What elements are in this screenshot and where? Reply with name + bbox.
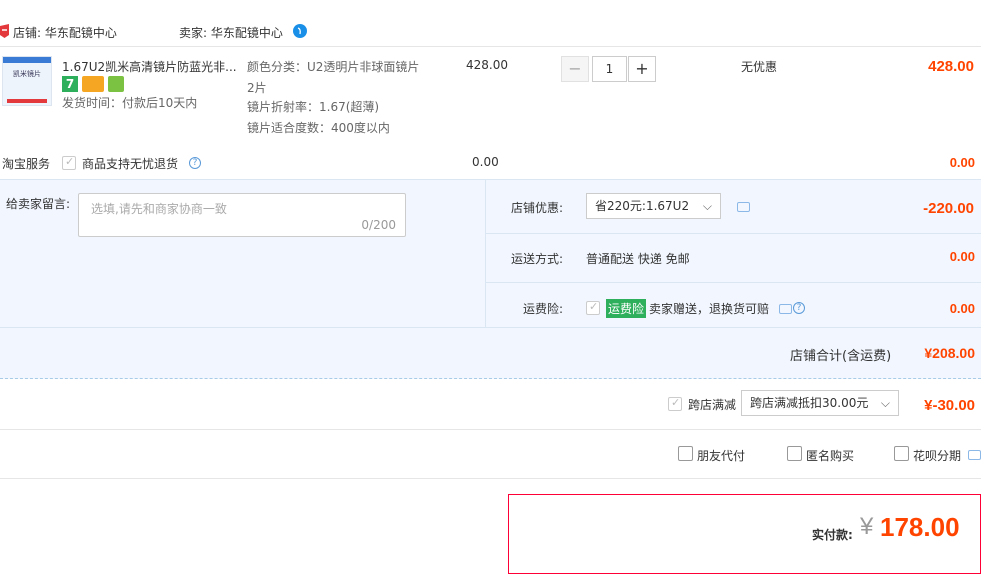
shipping-amount: 0.00 — [949, 249, 975, 264]
insurance-amount: 0.00 — [949, 301, 975, 316]
shop-discount-amount: -220.00 — [923, 200, 974, 217]
item-discount: 无优惠 — [741, 60, 778, 74]
quantity-value: 1 — [605, 62, 614, 76]
panel-vertical-divider — [485, 180, 486, 327]
cross-store-checkbox[interactable] — [668, 396, 682, 411]
service-icons: 7 — [62, 76, 132, 92]
seller-name[interactable]: 卖家: 华东配镜中心 — [179, 24, 283, 41]
wangwang-chat-icon[interactable] — [292, 23, 308, 39]
friend-pay-label: 朋友代付 — [697, 449, 746, 463]
sku-degree: 镜片适合度数：400度以内 — [247, 121, 390, 135]
ship-time: 发货时间：付款后10天内 — [62, 96, 198, 110]
message-char-count: 0/200 — [361, 218, 396, 232]
payment-currency: ¥ — [860, 513, 874, 540]
message-label: 给卖家留言: — [6, 197, 71, 211]
shipping-label: 运送方式: — [511, 252, 564, 266]
insurance-help-icon[interactable]: ? — [793, 302, 805, 314]
service-price: 0.00 — [472, 155, 499, 169]
insurance-badge: 运费险 — [606, 299, 647, 318]
panel-top-divider — [0, 179, 981, 180]
huabei-chat-icon[interactable] — [968, 450, 981, 460]
panel-row-divider-2 — [486, 282, 981, 283]
shop-discount-label: 店铺优惠: — [511, 201, 564, 215]
insurance-desc: 卖家赠送，退换货可赔 — [649, 302, 770, 316]
chevron-down-icon: ⌵ — [880, 396, 890, 410]
unit-price: 428.00 — [466, 58, 508, 72]
sku-color-line1: 颜色分类：U2透明片非球面镜片 — [247, 60, 420, 74]
service-label: 淘宝服务 — [2, 157, 51, 171]
insurance-label: 运费险: — [523, 302, 564, 316]
item-thumbnail[interactable]: 凯米镜片 — [2, 56, 52, 106]
item-title[interactable]: 1.67U2凯米高清镜片防蓝光非... — [62, 58, 237, 75]
quantity-input[interactable]: 1 — [592, 56, 627, 82]
chevron-down-icon: ⌵ — [702, 199, 712, 213]
service-total: 0.00 — [949, 155, 975, 170]
quantity-decrease-button[interactable]: − — [561, 56, 589, 82]
cross-store-divider — [0, 429, 981, 430]
panel-row-divider-3 — [0, 327, 981, 328]
credit-card-icon — [82, 76, 104, 92]
item-top-divider — [0, 46, 981, 47]
cross-store-amount: ¥-30.00 — [924, 397, 975, 414]
chat-icon[interactable] — [737, 202, 750, 212]
shipping-value: 普通配送 快递 免邮 — [586, 252, 690, 266]
anonymous-checkbox[interactable] — [787, 446, 802, 461]
quantity-increase-button[interactable]: + — [628, 56, 656, 82]
shop-total-amount: ¥208.00 — [924, 345, 975, 361]
payment-label: 实付款: — [812, 528, 853, 542]
cross-store-label: 跨店满减 — [688, 398, 737, 412]
cross-store-value: 跨店满减抵扣30.00元 — [750, 396, 869, 410]
help-icon[interactable]: ? — [189, 157, 201, 169]
no-worry-return-label: 商品支持无忧退货 — [82, 157, 179, 171]
message-placeholder: 选填,请先和商家协商一致 — [91, 202, 227, 216]
panel-row-divider-1 — [486, 233, 981, 234]
item-subtotal: 428.00 — [928, 58, 974, 75]
shop-name[interactable]: 店铺: 华东配镜中心 — [13, 24, 117, 41]
insurance-checkbox[interactable] — [586, 300, 600, 315]
insurance-chat-icon[interactable] — [779, 304, 792, 314]
sku-index: 镜片折射率：1.67(超薄) — [247, 100, 380, 114]
cross-store-select[interactable]: 跨店满减抵扣30.00元 ⌵ — [741, 390, 899, 416]
panel-bottom-divider — [0, 378, 981, 379]
message-textarea[interactable]: 选填,请先和商家协商一致 0/200 — [78, 193, 406, 237]
guarantee-icon — [108, 76, 124, 92]
thumbnail-text: 凯米镜片 — [13, 70, 41, 78]
shop-icon — [0, 24, 9, 38]
shop-total-label: 店铺合计(含运费) — [790, 349, 892, 364]
options-divider — [0, 478, 981, 479]
anonymous-label: 匿名购买 — [806, 449, 855, 463]
huabei-label: 花呗分期 — [913, 449, 962, 463]
huabei-checkbox[interactable] — [894, 446, 909, 461]
shop-discount-value: 省220元:1.67U2 — [595, 199, 690, 213]
payment-amount: 178.00 — [880, 512, 960, 542]
sku-color-line2: 2片 — [247, 81, 267, 95]
no-worry-return-checkbox[interactable] — [62, 155, 76, 170]
shop-discount-select[interactable]: 省220元:1.67U2 ⌵ — [586, 193, 721, 219]
friend-pay-checkbox[interactable] — [678, 446, 693, 461]
seven-day-return-icon: 7 — [62, 76, 78, 92]
